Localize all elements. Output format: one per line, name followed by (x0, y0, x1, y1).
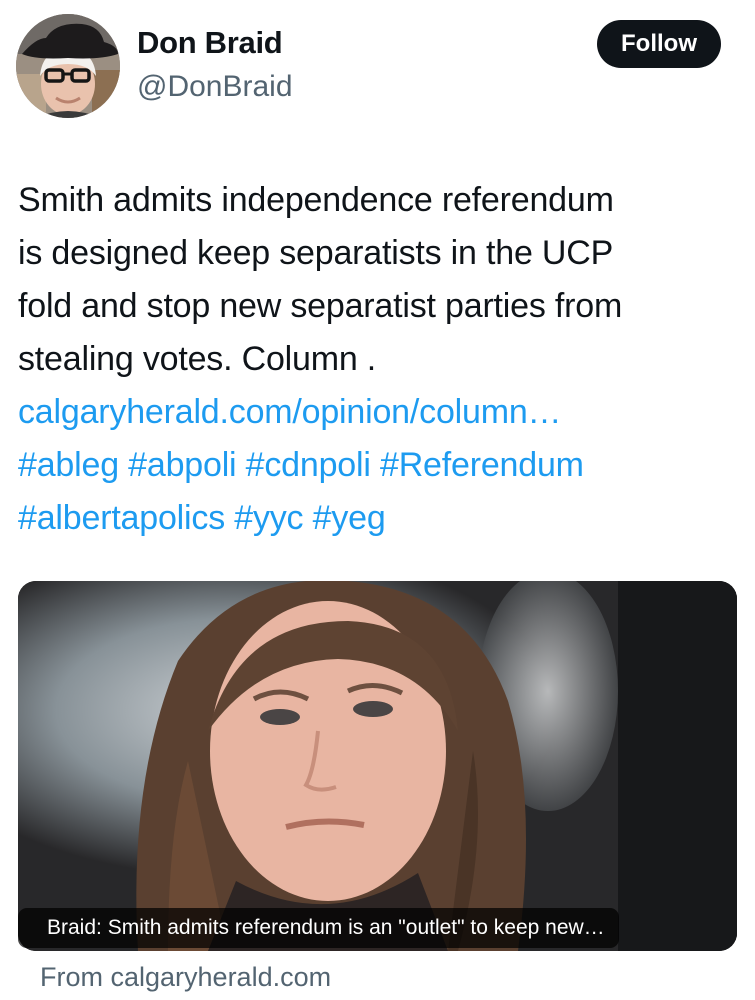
avatar-photo (16, 14, 120, 118)
tweet-header: Don Braid @DonBraid Follow (0, 0, 755, 130)
link-card[interactable] (18, 581, 737, 951)
card-photo (18, 581, 737, 951)
tweet-link-line: calgaryherald.com/opinion/column… (18, 386, 743, 439)
author-name[interactable]: Don Braid (137, 24, 283, 62)
tweet-text-line: stealing votes. Column . (18, 340, 377, 378)
hashtag-albertapolics[interactable]: #albertapolics (18, 499, 225, 537)
author-handle[interactable]: @DonBraid (137, 68, 293, 106)
tweet-text-line: Smith admits independence referendum (18, 181, 614, 219)
hashtag-yeg[interactable]: #yeg (313, 499, 386, 537)
hashtag-cdnpoli[interactable]: #cdnpoli (246, 446, 371, 484)
hashtag-referendum[interactable]: #Referendum (380, 446, 584, 484)
tweet-text-line: fold and stop new separatist parties fro… (18, 287, 623, 325)
follow-button[interactable]: Follow (597, 20, 721, 68)
card-source[interactable]: From calgaryherald.com (40, 960, 331, 994)
hashtag-yyc[interactable]: #yyc (234, 499, 303, 537)
hashtag-line: #albertapolics #yyc #yeg (18, 492, 743, 545)
article-link[interactable]: calgaryherald.com/opinion/column… (18, 393, 562, 431)
author-avatar[interactable] (16, 14, 120, 118)
card-caption: Braid: Smith admits referendum is an "ou… (18, 908, 619, 948)
tweet-text: Smith admits independence referendum is … (18, 174, 743, 545)
hashtag-abpoli[interactable]: #abpoli (128, 446, 236, 484)
hashtag-line: #ableg #abpoli #cdnpoli #Referendum (18, 439, 743, 492)
hashtag-ableg[interactable]: #ableg (18, 446, 119, 484)
tweet-text-line: is designed keep separatists in the UCP (18, 234, 614, 272)
